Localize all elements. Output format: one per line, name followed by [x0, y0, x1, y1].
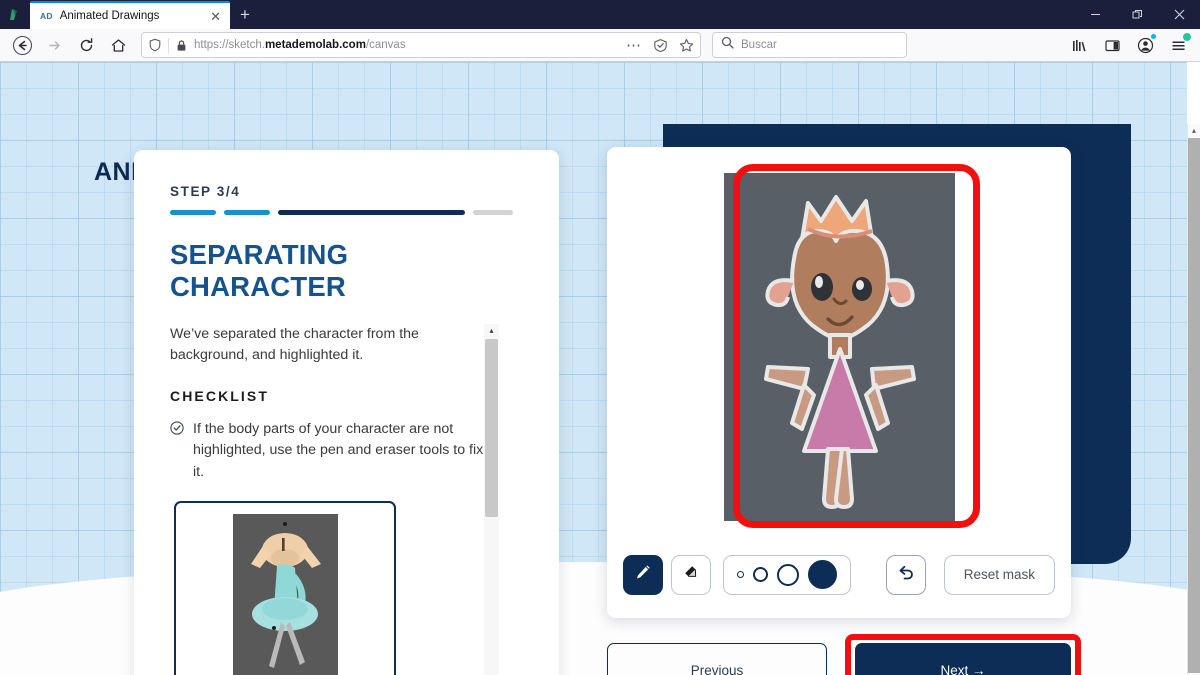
brush-size-xs[interactable]: [737, 571, 744, 578]
panel-scroll-up-arrow[interactable]: ▴: [489, 324, 493, 337]
check-circle-icon: [170, 421, 184, 483]
browser-navbar: https://sketch.metademolab.com/canvas ⋯: [0, 29, 1200, 62]
maximize-restore-button[interactable]: [1116, 0, 1158, 29]
page-scrollbar[interactable]: ▴ ▾: [1187, 124, 1200, 675]
back-button[interactable]: [7, 31, 37, 59]
next-button[interactable]: Next →: [855, 643, 1071, 675]
previous-button-label: Previous: [690, 663, 744, 675]
step-heading-line1: SEPARATING: [170, 239, 349, 270]
firefox-logo-icon: [0, 0, 30, 29]
page-viewport: ANIMATED DRAWINGS STEP 3/4 SEPARATING CH…: [0, 62, 1200, 675]
progress-segment-4: [473, 210, 513, 215]
page-scroll-track[interactable]: [1187, 138, 1200, 675]
checklist-title: CHECKLIST: [170, 387, 270, 404]
forward-button[interactable]: [39, 31, 69, 59]
minimize-button[interactable]: [1074, 0, 1116, 29]
reset-mask-label: Reset mask: [963, 567, 1035, 582]
next-button-label: Next →: [940, 663, 986, 675]
brush-size-sm[interactable]: [753, 567, 768, 582]
shield-icon[interactable]: [148, 38, 162, 52]
window-controls: [1074, 0, 1200, 29]
reset-mask-button[interactable]: Reset mask: [943, 554, 1055, 595]
mask-editor-card: Reset mask: [607, 147, 1071, 618]
brush-size-lg[interactable]: [808, 560, 837, 589]
checklist-item-text: If the body parts of your character are …: [193, 420, 484, 480]
undo-button[interactable]: [885, 554, 926, 595]
panel-scroll-track[interactable]: [484, 337, 499, 675]
eraser-tool-button[interactable]: [671, 554, 711, 595]
tab-strip: AD Animated Drawings ✕ +: [30, 0, 1074, 29]
home-button[interactable]: [103, 31, 133, 59]
browser-titlebar: AD Animated Drawings ✕ +: [0, 0, 1200, 29]
step-heading: SEPARATING CHARACTER: [170, 239, 531, 304]
character-mask-preview[interactable]: [723, 173, 955, 521]
sidebar-icon[interactable]: [1097, 31, 1127, 59]
pen-icon: [633, 562, 653, 587]
step-instruction-panel: STEP 3/4 SEPARATING CHARACTER We’ve sepa…: [134, 150, 559, 675]
progress-segment-1: [170, 210, 216, 215]
mask-canvas[interactable]: [623, 163, 1055, 531]
search-bar[interactable]: Buscar: [712, 32, 907, 58]
reload-button[interactable]: [71, 31, 101, 59]
step-progress-bar: [170, 210, 531, 215]
browser-tab[interactable]: AD Animated Drawings ✕: [30, 1, 230, 29]
step-description: We’ve separated the character from the b…: [170, 325, 419, 363]
previous-button[interactable]: Previous: [607, 643, 827, 675]
hamburger-menu-icon[interactable]: [1163, 31, 1193, 59]
new-tab-button[interactable]: +: [230, 1, 260, 29]
progress-segment-3: [278, 210, 465, 215]
search-icon: [721, 36, 734, 54]
mask-tools-toolbar: Reset mask: [623, 547, 1055, 602]
library-icon[interactable]: [1064, 31, 1094, 59]
account-icon[interactable]: [1130, 31, 1160, 59]
lock-icon[interactable]: [175, 39, 188, 52]
brush-size-md[interactable]: [777, 563, 799, 586]
panel-scroll-thumb[interactable]: [485, 338, 498, 517]
step-heading-line2: CHARACTER: [170, 271, 346, 303]
eraser-icon: [682, 563, 700, 586]
close-tab-icon[interactable]: ✕: [208, 10, 223, 23]
navbar-right-tools: [1064, 31, 1193, 59]
update-badge-dot: [1183, 33, 1191, 41]
panel-scrollbar[interactable]: ▴ ▾: [484, 323, 499, 675]
pen-tool-button[interactable]: [623, 554, 663, 595]
url-text: https://sketch.metademolab.com/canvas: [194, 39, 406, 51]
urlbar-divider: [168, 37, 169, 53]
checklist-item: If the body parts of your character are …: [170, 419, 490, 483]
tab-title: Animated Drawings: [59, 10, 160, 22]
undo-icon: [896, 562, 916, 587]
page-scroll-thumb[interactable]: [1187, 138, 1200, 673]
address-bar[interactable]: https://sketch.metademolab.com/canvas ⋯: [141, 32, 701, 58]
bookmark-star-icon[interactable]: [679, 38, 694, 53]
example-illustration-image: [232, 513, 338, 675]
brush-size-selector[interactable]: [723, 554, 851, 595]
account-badge-dot: [1151, 34, 1156, 39]
step-counter: STEP 3/4: [170, 184, 241, 199]
page-scroll-up-arrow[interactable]: ▴: [1192, 124, 1196, 138]
step-body-scroll-region: We’ve separated the character from the b…: [170, 323, 507, 675]
close-window-button[interactable]: [1158, 0, 1200, 29]
tab-favicon: AD: [40, 11, 53, 21]
browser-window: AD Animated Drawings ✕ + https://sketch.…: [0, 0, 1200, 675]
example-illustration-card: [174, 500, 396, 675]
page-actions-icon[interactable]: ⋯: [626, 36, 642, 54]
reader-view-icon[interactable]: [653, 38, 668, 53]
search-input[interactable]: Buscar: [741, 39, 777, 51]
progress-segment-2: [224, 210, 270, 215]
